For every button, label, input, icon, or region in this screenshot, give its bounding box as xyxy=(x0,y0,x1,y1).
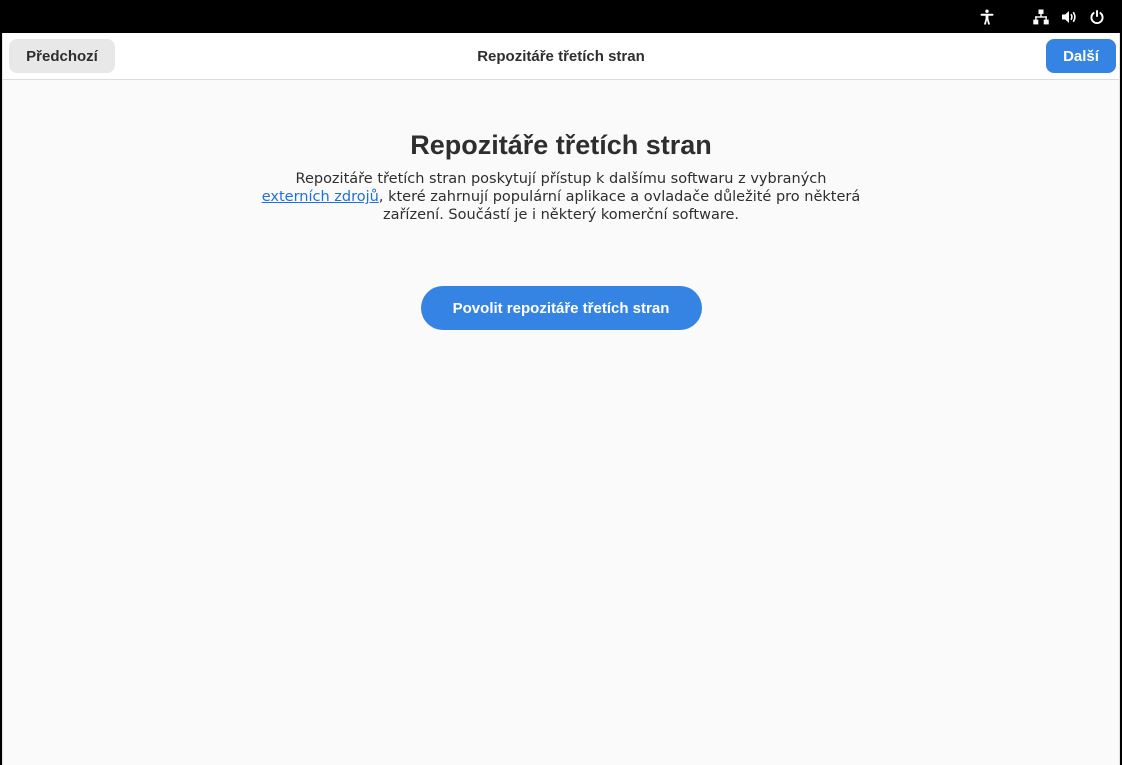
page-title: Repozitáře třetích stran xyxy=(410,130,712,160)
network-wired-icon[interactable] xyxy=(1032,8,1050,26)
description-text-end: , které zahrnují populární aplikace a ov… xyxy=(378,189,861,223)
header-bar: Předchozí Repozitáře třetích stran Další xyxy=(3,33,1119,80)
system-top-bar xyxy=(0,0,1122,33)
enable-third-party-repos-button[interactable]: Povolit repozitáře třetích stran xyxy=(420,286,702,330)
previous-button[interactable]: Předchozí xyxy=(9,39,115,73)
power-icon[interactable] xyxy=(1088,8,1106,26)
external-sources-link[interactable]: externích zdrojů xyxy=(262,189,379,205)
volume-icon[interactable] xyxy=(1060,8,1078,26)
page-description: Repozitáře třetích stran poskytují příst… xyxy=(261,170,861,224)
next-button[interactable]: Další xyxy=(1046,39,1116,73)
accessibility-icon[interactable] xyxy=(978,8,996,26)
window-title: Repozitáře třetích stran xyxy=(477,48,645,65)
main-content: Repozitáře třetích stran Repozitáře třet… xyxy=(3,80,1119,330)
description-text-start: Repozitáře třetích stran poskytují příst… xyxy=(295,171,827,187)
setup-window: Předchozí Repozitáře třetích stran Další… xyxy=(2,33,1120,765)
